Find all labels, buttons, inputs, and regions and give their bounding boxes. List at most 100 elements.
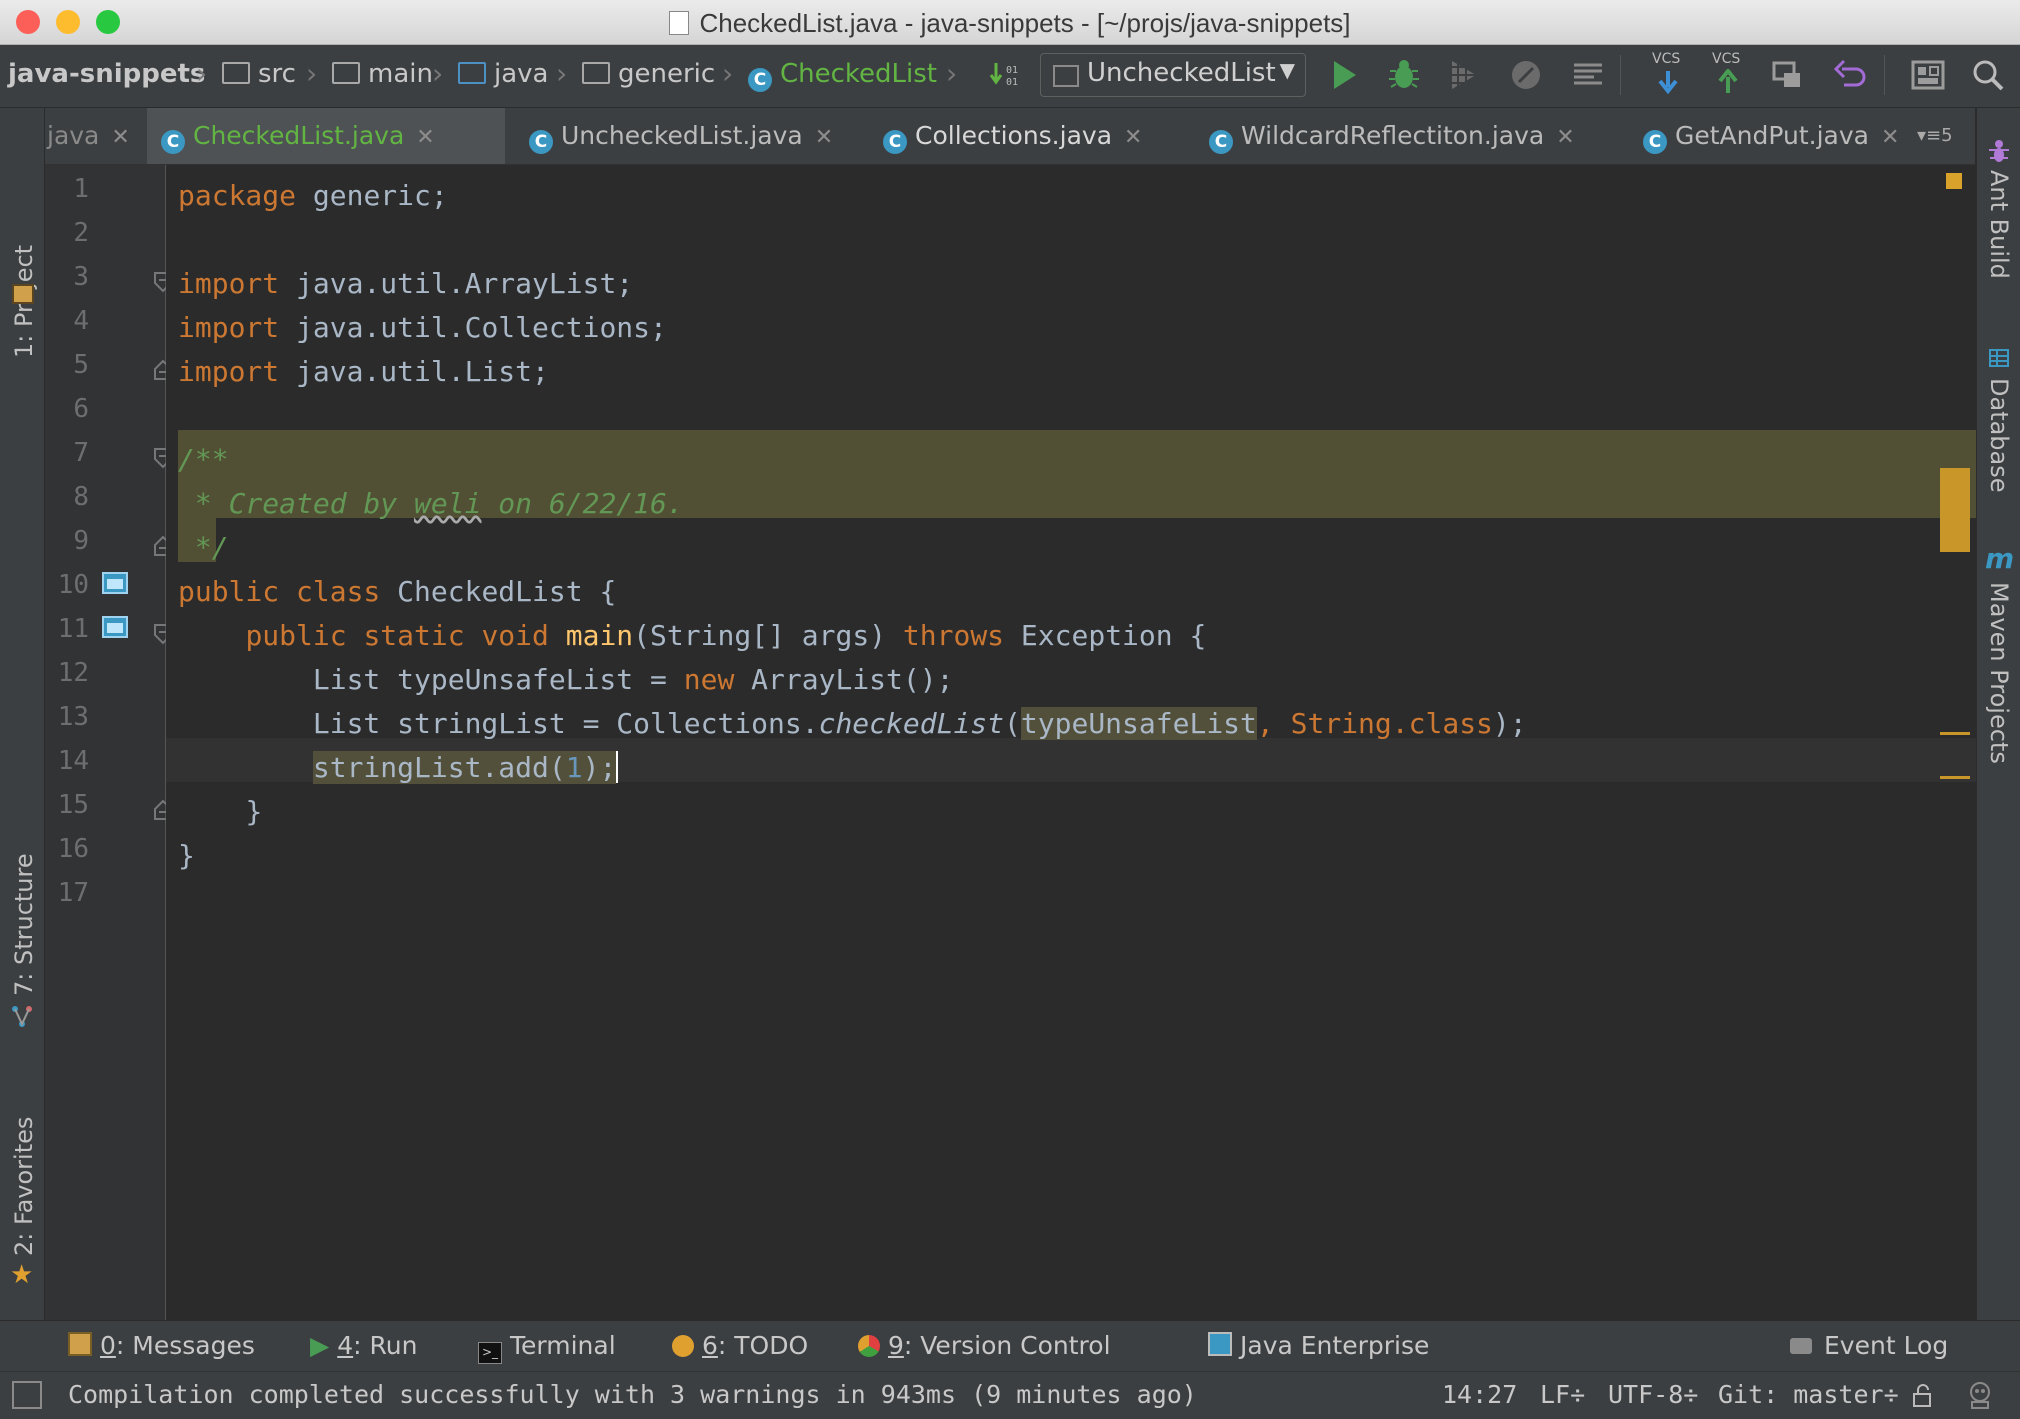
messages-tool-button[interactable]: 0: Messages xyxy=(68,1331,255,1360)
breadcrumb-java[interactable]: java xyxy=(458,59,548,89)
tab-wildcardreflectiton[interactable]: C WildcardReflectiton.java ✕ xyxy=(1195,108,1619,164)
tab-collections[interactable]: C Collections.java ✕ xyxy=(869,108,1185,164)
maven-projects-tool-button[interactable]: Maven Projects xyxy=(1985,582,2013,764)
code-line-5: import java.util.List; xyxy=(178,355,549,388)
search-icon[interactable] xyxy=(1970,57,2006,93)
tab-label: WildcardReflectiton.java xyxy=(1241,121,1545,150)
class-icon: C xyxy=(1209,130,1233,154)
vcs-update-button[interactable]: VCS xyxy=(1648,51,1688,97)
code-line-4: import java.util.Collections; xyxy=(178,311,667,344)
debug-icon[interactable] xyxy=(1386,57,1422,93)
line-number: 3 xyxy=(73,262,89,292)
todo-tool-button[interactable]: 6: TODO xyxy=(672,1331,808,1360)
structure-tool-button[interactable]: 7: Structure xyxy=(10,853,38,996)
close-icon[interactable]: ✕ xyxy=(111,125,129,150)
line-number: 10 xyxy=(57,570,89,600)
database-icon xyxy=(1989,349,2009,367)
toolbar-separator xyxy=(1884,55,1885,95)
run-tool-button[interactable]: ▶ 4: Run xyxy=(310,1331,417,1360)
terminal-tool-button[interactable]: >_ Terminal xyxy=(478,1331,616,1364)
tab-overflow-button[interactable]: ▾≡5 xyxy=(1917,108,1967,164)
close-icon[interactable]: ✕ xyxy=(1881,125,1899,150)
terminal-icon: >_ xyxy=(478,1342,502,1364)
breadcrumb-class[interactable]: C CheckedList xyxy=(748,59,937,92)
stop-icon[interactable] xyxy=(1508,57,1544,93)
todo-icon xyxy=(672,1335,694,1357)
run-label: : Run xyxy=(353,1331,418,1360)
run-configuration-select[interactable]: UncheckedList ▼ xyxy=(1040,53,1306,97)
database-tool-button[interactable]: Database xyxy=(1985,378,2013,493)
revert-icon[interactable] xyxy=(1832,57,1868,93)
tab-checkedlist[interactable]: C CheckedList.java ✕ xyxy=(147,108,505,164)
warning-status-icon[interactable] xyxy=(1946,173,1962,189)
messages-shortcut: 0 xyxy=(100,1331,116,1360)
code-line-3: import java.util.ArrayList; xyxy=(178,267,634,300)
close-icon[interactable]: ✕ xyxy=(1124,125,1142,150)
line-number: 4 xyxy=(73,306,89,336)
window-title-text: CheckedList.java - java-snippets - [~/pr… xyxy=(699,8,1351,38)
tab-uncheckedlist[interactable]: C UncheckedList.java ✕ xyxy=(515,108,859,164)
run-with-coverage-icon[interactable] xyxy=(1446,57,1482,93)
code-line-10: public class CheckedList { xyxy=(178,575,617,608)
line-number: 12 xyxy=(57,658,89,688)
favorites-tool-button[interactable]: 2: Favorites xyxy=(10,1117,38,1256)
close-icon[interactable]: ✕ xyxy=(416,125,434,150)
breadcrumb-java-label: java xyxy=(494,59,549,89)
warning-marker-stripe[interactable] xyxy=(1940,776,1970,779)
code-line-8: * Created by weli on 6/22/16. xyxy=(178,487,684,520)
status-bar: Compilation completed successfully with … xyxy=(0,1371,2020,1419)
git-branch-selector[interactable]: Git: master÷ xyxy=(1718,1380,1899,1409)
breadcrumb-generic[interactable]: generic xyxy=(582,59,715,89)
line-number: 5 xyxy=(73,350,89,380)
vcs-commit-button[interactable]: VCS xyxy=(1708,51,1748,97)
favorites-tool-label: 2: Favorites xyxy=(10,1116,38,1256)
encoding-selector[interactable]: UTF-8÷ xyxy=(1608,1380,1698,1409)
code-line-14: stringList.add(1); xyxy=(312,751,619,784)
code-editor[interactable]: package generic; import java.util.ArrayL… xyxy=(166,165,1976,1320)
editor-gutter: 1 2 3 4 5 6 7 8 9 10 11 12 13 14 15 16 1… xyxy=(45,165,214,1320)
code-line-9: */ xyxy=(178,531,229,564)
toggle-tool-windows-icon[interactable] xyxy=(12,1381,42,1409)
project-structure-icon[interactable] xyxy=(1910,57,1946,93)
line-number: 17 xyxy=(57,878,89,908)
inspector-icon[interactable] xyxy=(1966,1380,1994,1410)
svg-text:01: 01 xyxy=(1006,65,1018,76)
run-gutter-icon[interactable] xyxy=(101,615,129,641)
close-icon[interactable]: ✕ xyxy=(815,125,833,150)
structure-view-icon[interactable] xyxy=(1570,57,1606,93)
lock-icon[interactable] xyxy=(1910,1382,1934,1408)
event-log-tool-button[interactable]: Event Log xyxy=(1790,1331,1948,1360)
warning-marker-stripe[interactable] xyxy=(1940,732,1970,735)
locked-class-icon: C xyxy=(883,130,907,154)
compare-icon[interactable] xyxy=(1770,57,1806,93)
java-enterprise-icon xyxy=(1208,1332,1232,1356)
run-icon[interactable] xyxy=(1326,57,1362,93)
structure-icon xyxy=(12,1006,32,1027)
make-project-icon[interactable]: 01 01 xyxy=(988,57,1024,93)
breadcrumb-separator-icon: › xyxy=(306,57,318,90)
tab-label: Collections.java xyxy=(915,121,1113,150)
java-enterprise-tool-button[interactable]: Java Enterprise xyxy=(1208,1331,1429,1360)
line-number: 14 xyxy=(57,746,89,776)
tab-getandput[interactable]: C GetAndPut.java ✕ xyxy=(1629,108,1929,164)
line-number: 7 xyxy=(73,438,89,468)
star-icon: ★ xyxy=(10,1260,34,1290)
code-line-16: } xyxy=(178,839,195,872)
breadcrumb-src[interactable]: src xyxy=(222,59,296,89)
window-title: CheckedList.java - java-snippets - [~/pr… xyxy=(0,8,2020,39)
run-gutter-icon[interactable] xyxy=(101,571,129,597)
breadcrumb-main[interactable]: main xyxy=(332,59,433,89)
tab-overflow-count: 5 xyxy=(1941,125,1953,146)
ant-build-tool-button[interactable]: Ant Build xyxy=(1985,170,2013,279)
comment-marker-stripe[interactable] xyxy=(1940,468,1970,552)
tab-java[interactable]: java ✕ xyxy=(45,108,145,164)
status-message[interactable]: Compilation completed successfully with … xyxy=(68,1380,1197,1409)
caret-position[interactable]: 14:27 xyxy=(1442,1380,1517,1409)
line-separator-selector[interactable]: LF÷ xyxy=(1540,1380,1585,1409)
version-control-tool-button[interactable]: 9: Version Control xyxy=(858,1331,1111,1360)
close-icon[interactable]: ✕ xyxy=(1556,125,1574,150)
breadcrumb-separator-icon: › xyxy=(556,57,568,90)
right-tool-stripe: Ant Build Database m Maven Projects xyxy=(1976,108,2020,1320)
run-config-icon xyxy=(1053,65,1079,87)
breadcrumb-project[interactable]: java-snippets xyxy=(8,59,205,89)
